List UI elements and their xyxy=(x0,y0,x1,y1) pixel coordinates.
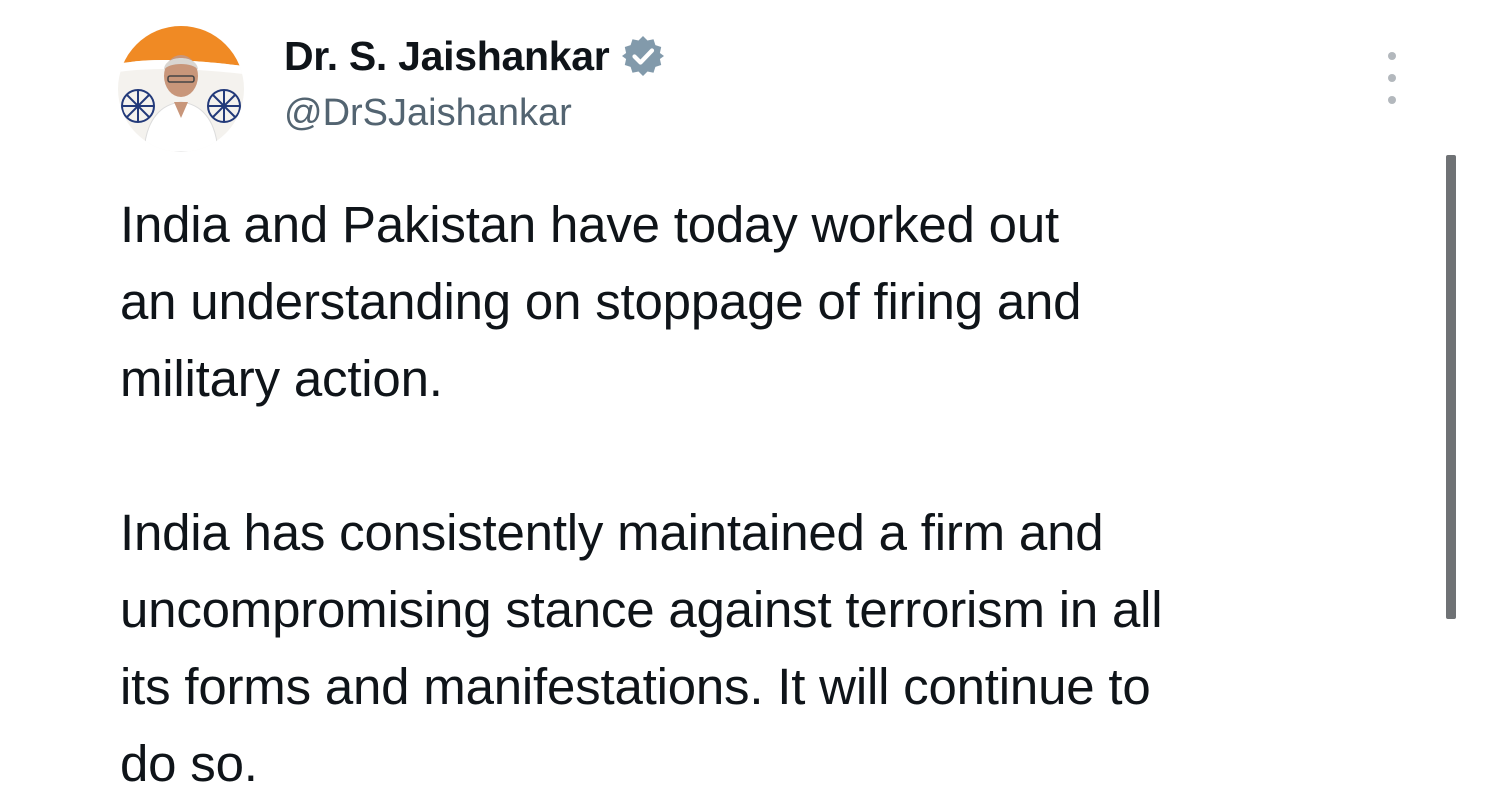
scrollbar[interactable] xyxy=(1446,155,1456,619)
avatar-image xyxy=(118,26,244,152)
more-dot xyxy=(1388,52,1396,60)
tweet: Dr. S. Jaishankar @DrSJaishankar India a… xyxy=(0,0,1500,800)
tweet-paragraph-1: India and Pakistan have today worked out… xyxy=(120,196,1082,407)
tweet-text: India and Pakistan have today worked out… xyxy=(120,186,1420,800)
more-options-icon[interactable] xyxy=(1372,52,1412,104)
author-block: Dr. S. Jaishankar @DrSJaishankar xyxy=(284,28,665,135)
tweet-paragraph-2: India has consistently maintained a firm… xyxy=(120,504,1163,792)
avatar[interactable] xyxy=(118,26,244,152)
more-dot xyxy=(1388,96,1396,104)
verified-badge-icon xyxy=(621,34,665,78)
more-dot xyxy=(1388,74,1396,82)
user-handle[interactable]: @DrSJaishankar xyxy=(284,92,665,135)
display-name[interactable]: Dr. S. Jaishankar xyxy=(284,33,610,80)
name-row: Dr. S. Jaishankar xyxy=(284,28,665,84)
